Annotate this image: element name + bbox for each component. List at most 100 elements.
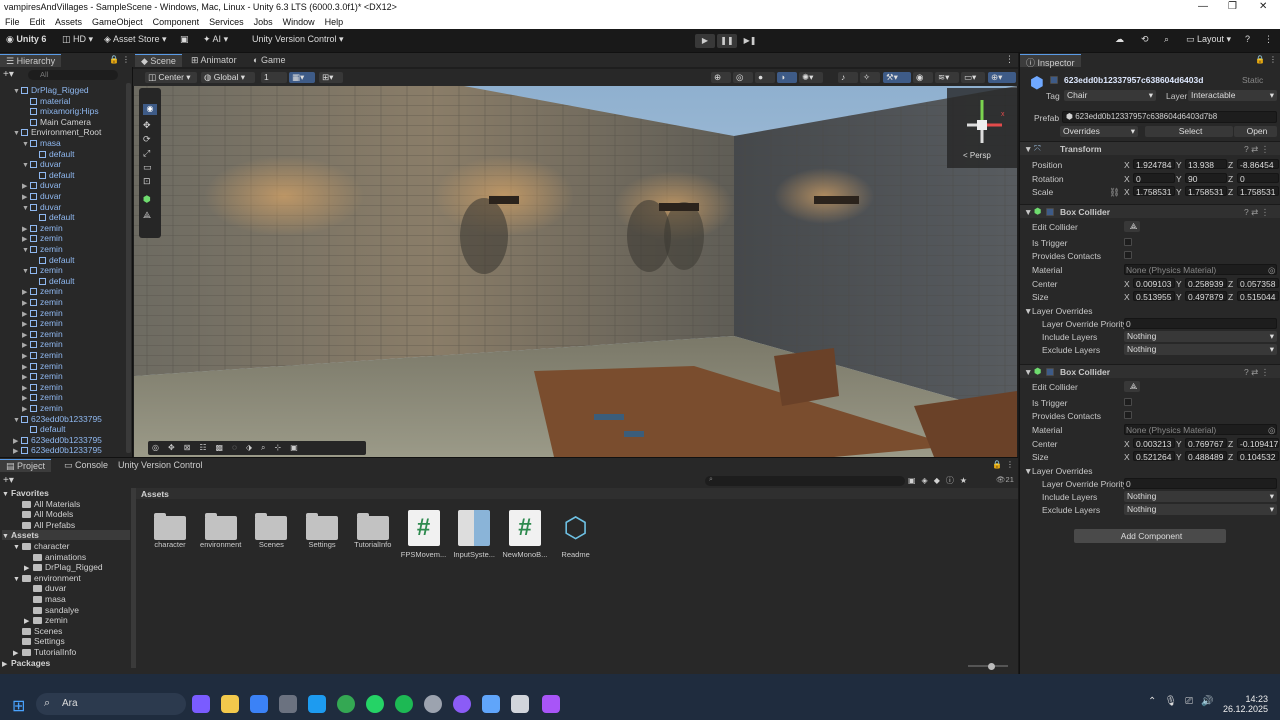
- menu-file[interactable]: File: [5, 17, 20, 27]
- more-icon[interactable]: ⋮: [122, 55, 130, 64]
- unity-hub-icon[interactable]: [279, 695, 297, 713]
- center-z-field[interactable]: -0.109417: [1237, 438, 1279, 448]
- project-tree-item[interactable]: ▶ TutorialInfo: [13, 647, 76, 657]
- project-tree-item[interactable]: ▼ character: [13, 541, 69, 551]
- hierarchy-item[interactable]: Main Camera: [22, 117, 91, 127]
- hierarchy-item[interactable]: default: [31, 255, 75, 265]
- hierarchy-item[interactable]: ▶ zemin: [22, 350, 63, 360]
- override-priority-field[interactable]: [1124, 318, 1277, 329]
- persp-label[interactable]: < Persp: [963, 151, 991, 160]
- hierarchy-item[interactable]: ▶ zemin: [22, 329, 63, 339]
- rotation-x-axis-label[interactable]: X: [1124, 174, 1130, 184]
- step-button[interactable]: ▶❚: [740, 34, 760, 48]
- size-x-axis-label[interactable]: X: [1124, 452, 1130, 462]
- asset-item[interactable]: character: [145, 510, 195, 549]
- hierarchy-item[interactable]: ▶ zemin: [22, 403, 63, 413]
- hierarchy-item[interactable]: default: [31, 276, 75, 286]
- pivot-dropdown[interactable]: ◫ Center ▾: [145, 72, 197, 83]
- include-layers-dropdown[interactable]: Nothing ▾: [1124, 331, 1277, 342]
- size-y-axis-label[interactable]: Y: [1176, 292, 1182, 302]
- expand-arrow-icon[interactable]: ▼: [13, 130, 21, 137]
- move-tool-icon[interactable]: ✥: [143, 120, 151, 131]
- app2-icon[interactable]: [482, 695, 500, 713]
- box-collider-header[interactable]: ▼ ⬢ Box Collider? ⇄ ⋮: [1020, 204, 1280, 218]
- center-x-axis-label[interactable]: X: [1124, 279, 1130, 289]
- center-y-field[interactable]: 0.258939: [1185, 278, 1227, 288]
- center-x-axis-label[interactable]: X: [1124, 439, 1130, 449]
- expand-arrow-icon[interactable]: ▶: [22, 288, 30, 296]
- create-icon[interactable]: +▾: [3, 475, 14, 486]
- select-prefab-button[interactable]: Select: [1145, 126, 1233, 137]
- rotation-z-axis-label[interactable]: Z: [1228, 174, 1233, 184]
- expand-arrow-icon[interactable]: ▶: [22, 320, 30, 328]
- hierarchy-item[interactable]: default: [31, 212, 75, 222]
- expand-arrow-icon[interactable]: ▶: [22, 310, 30, 318]
- play-button[interactable]: ▶: [695, 34, 715, 48]
- hierarchy-item[interactable]: material: [22, 96, 70, 106]
- snap-increment[interactable]: 1: [261, 72, 287, 83]
- provides-contacts-checkbox[interactable]: [1124, 411, 1132, 419]
- hierarchy-item[interactable]: ▶ zemin: [22, 223, 63, 233]
- view-tool-icon[interactable]: ◉: [143, 104, 157, 115]
- expand-arrow-icon[interactable]: ▼: [13, 88, 21, 95]
- unity-icon[interactable]: [511, 695, 529, 713]
- rotation-x-field[interactable]: 0: [1133, 173, 1175, 183]
- lighting-toggle[interactable]: ✺▾: [799, 72, 823, 83]
- expand-arrow-icon[interactable]: ▶: [22, 331, 30, 339]
- transform-tool-icon[interactable]: ⊡: [143, 176, 151, 187]
- center-y-axis-label[interactable]: Y: [1176, 279, 1182, 289]
- center-z-field[interactable]: 0.057358: [1237, 278, 1279, 288]
- tab-scene[interactable]: ◆ Scene: [135, 54, 182, 67]
- expand-arrow-icon[interactable]: ▼: [13, 544, 22, 551]
- center-z-axis-label[interactable]: Z: [1228, 439, 1233, 449]
- project-tree-item[interactable]: ▼ environment: [13, 573, 81, 583]
- hierarchy-item[interactable]: mixamorig:Hips: [22, 106, 99, 116]
- size-z-axis-label[interactable]: Z: [1228, 292, 1233, 302]
- expand-arrow-icon[interactable]: ▼: [22, 205, 30, 212]
- render-mode-icon[interactable]: ◑: [777, 72, 797, 83]
- rotation-y-axis-label[interactable]: Y: [1176, 174, 1182, 184]
- layers-icon[interactable]: ≋▾: [935, 72, 959, 83]
- layout-dropdown[interactable]: ▭ Layout ▾: [1186, 34, 1231, 45]
- asset-item[interactable]: # FPSMovem...: [399, 510, 449, 559]
- hierarchy-item[interactable]: ▼ duvar: [22, 159, 61, 169]
- project-search-input[interactable]: ⌕: [705, 476, 905, 486]
- position-y-axis-label[interactable]: Y: [1176, 160, 1182, 170]
- hierarchy-item[interactable]: ▶ zemin: [22, 297, 63, 307]
- asset-item[interactable]: # NewMonoB...: [500, 510, 550, 559]
- maximize-icon[interactable]: ❐: [1228, 1, 1237, 12]
- expand-arrow-icon[interactable]: ▼: [22, 268, 30, 275]
- center-x-field[interactable]: 0.003213: [1133, 438, 1175, 448]
- collider-tool-icon[interactable]: ⬢: [143, 194, 151, 205]
- gizmos-dropdown[interactable]: ⊕▾: [988, 72, 1016, 83]
- tag-dropdown[interactable]: Chair ▾: [1064, 90, 1156, 101]
- project-tree-item[interactable]: All Prefabs: [13, 520, 75, 530]
- chrome-icon[interactable]: [337, 695, 355, 713]
- add-icon[interactable]: +▾: [3, 69, 14, 80]
- edit-collider-button[interactable]: ⟁: [1124, 381, 1140, 392]
- center-z-axis-label[interactable]: Z: [1228, 279, 1233, 289]
- shading-icon[interactable]: ◎: [733, 72, 753, 83]
- add-component-button[interactable]: Add Component: [1074, 529, 1226, 543]
- audio-icon[interactable]: ♪: [838, 72, 858, 83]
- project-tree-item[interactable]: masa: [24, 594, 66, 604]
- object-name[interactable]: 623edd0b12337957c638604d6403d: [1064, 75, 1203, 85]
- expand-arrow-icon[interactable]: ▶: [22, 373, 30, 381]
- search-icon[interactable]: ⌕: [1164, 34, 1169, 45]
- asset-item[interactable]: environment: [196, 510, 246, 549]
- expand-arrow-icon[interactable]: ▶: [24, 564, 33, 572]
- hierarchy-item[interactable]: ▶ zemin: [22, 392, 63, 402]
- project-tree-item[interactable]: ▼ Assets: [2, 530, 130, 541]
- project-tree-item[interactable]: ▶ DrPlag_Rigged: [24, 562, 103, 572]
- hierarchy-item[interactable]: ▼ zemin: [22, 244, 63, 254]
- hierarchy-item[interactable]: ▶ zemin: [22, 339, 63, 349]
- expand-arrow-icon[interactable]: ▼: [22, 247, 30, 254]
- expand-arrow-icon[interactable]: ▼: [13, 576, 22, 583]
- expand-arrow-icon[interactable]: ▶: [22, 384, 30, 392]
- size-z-field[interactable]: 0.515044: [1237, 291, 1279, 301]
- project-splitter[interactable]: [131, 488, 136, 668]
- size-y-axis-label[interactable]: Y: [1176, 452, 1182, 462]
- asset-item[interactable]: InputSyste...: [449, 510, 499, 559]
- position-x-field[interactable]: 1.924784: [1133, 159, 1175, 169]
- component-enabled-checkbox[interactable]: [1046, 208, 1054, 216]
